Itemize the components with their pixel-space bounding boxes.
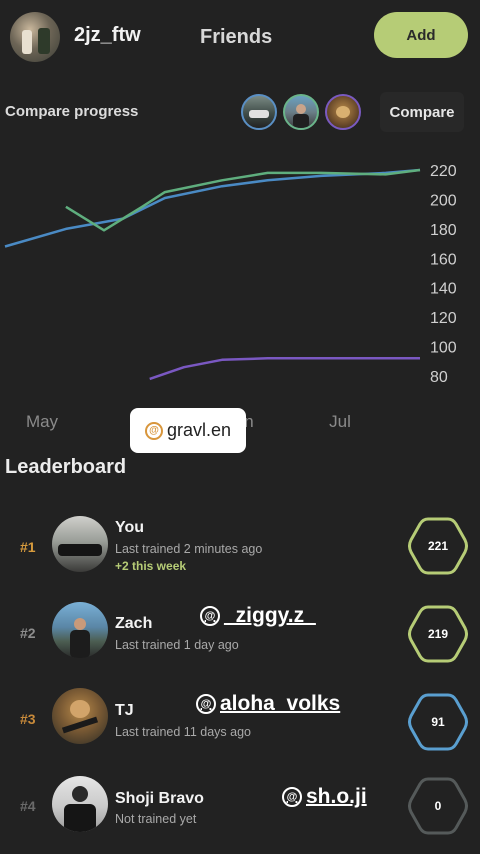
shoji-handle: sh.o.ji [306, 785, 367, 808]
username: 2jz_ftw [74, 24, 141, 46]
avatar [52, 516, 108, 572]
row-subtitle: Last trained 11 days ago [115, 725, 251, 739]
page-title: Friends [200, 26, 273, 48]
friend-avatar-car[interactable] [241, 94, 277, 130]
y-tick-label: 180 [430, 222, 457, 239]
leaderboard-row-3[interactable]: #3 TJ Last trained 11 days ago @ aloha_v… [0, 686, 480, 760]
threads-icon: @ [282, 787, 302, 807]
friend-avatar-person[interactable] [283, 94, 319, 130]
compare-button[interactable]: Compare [380, 92, 464, 132]
series-line-3 [149, 357, 420, 381]
shoji-watermark: @ sh.o.ji [282, 785, 367, 809]
x-tick-label: May [26, 412, 59, 431]
row-name: Zach [115, 615, 153, 632]
score-value: 0 [434, 799, 442, 813]
row-weekly-change: +2 this week [115, 559, 187, 573]
rank-label: #4 [20, 798, 36, 814]
at-icon: @ [144, 421, 163, 440]
ziggy-watermark: @ _ziggy.z_ [200, 604, 316, 628]
threads-icon: @ [200, 606, 220, 626]
leaderboard-title: Leaderboard [5, 456, 127, 478]
score-value: 221 [427, 539, 449, 553]
row-subtitle: Not trained yet [115, 812, 197, 826]
rank-label: #3 [20, 711, 36, 727]
row-name: Shoji Bravo [115, 790, 204, 807]
row-name: TJ [115, 702, 134, 719]
y-tick-label: 220 [430, 163, 457, 180]
avatar [52, 602, 108, 658]
y-tick-label: 160 [430, 251, 457, 268]
leaderboard-row-4[interactable]: #4 Shoji Bravo Not trained yet @ sh.o.ji… [0, 774, 480, 848]
score-badge: 0 [408, 776, 468, 836]
row-name: You [115, 519, 145, 536]
aloha-watermark: @ aloha_volks [196, 692, 340, 716]
y-tick-label: 100 [430, 340, 457, 357]
avatar [52, 688, 108, 744]
leaderboard-row-1[interactable]: #1 You Last trained 2 minutes ago +2 thi… [0, 510, 480, 584]
y-tick-label: 120 [430, 310, 457, 327]
leaderboard-row-2[interactable]: #2 Zach Last trained 1 day ago @ _ziggy.… [0, 598, 480, 672]
row-subtitle: Last trained 2 minutes ago [115, 542, 263, 556]
gravl-handle: gravl.en [166, 420, 232, 440]
score-badge: 91 [408, 692, 468, 752]
y-tick-label: 80 [430, 369, 448, 386]
aloha-handle: aloha_volks [220, 692, 341, 715]
ziggy-handle: _ziggy.z_ [224, 604, 316, 627]
y-tick-label: 140 [430, 281, 457, 298]
rank-label: #1 [20, 539, 36, 555]
score-value: 91 [431, 715, 445, 729]
x-tick-label: Jul [329, 412, 351, 431]
threads-icon: @ [196, 694, 216, 714]
score-badge: 219 [408, 604, 468, 664]
row-subtitle: Last trained 1 day ago [115, 638, 239, 652]
add-friend-button[interactable]: Add [374, 12, 468, 58]
score-badge: 221 [408, 516, 468, 576]
progress-chart: 80100120140160180200220MayJunJul [4, 163, 457, 431]
avatar [52, 776, 108, 832]
friend-avatar-dog[interactable] [325, 94, 361, 130]
compare-progress-label: Compare progress [5, 103, 139, 120]
y-tick-label: 200 [430, 192, 457, 209]
score-value: 219 [427, 627, 449, 641]
series-line-2 [65, 168, 421, 232]
gravl-watermark: @ gravl.en [130, 408, 246, 453]
rank-label: #2 [20, 625, 36, 641]
user-avatar[interactable] [10, 12, 60, 62]
